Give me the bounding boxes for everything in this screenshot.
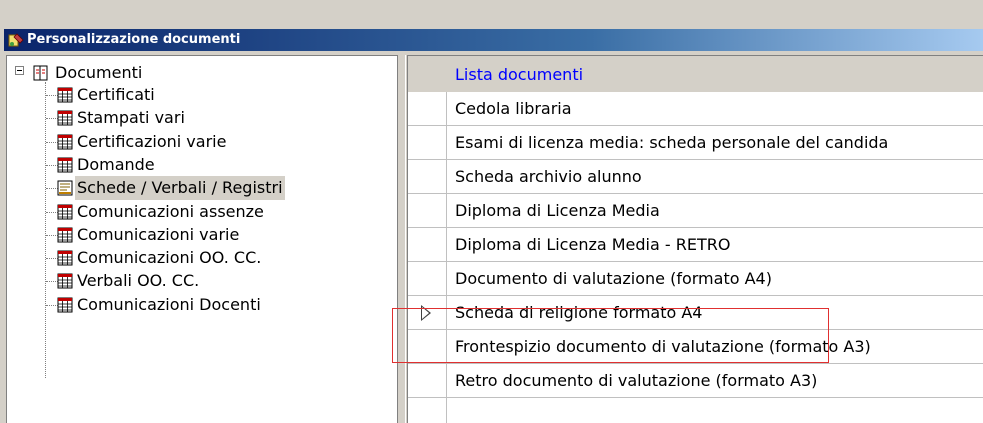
grid-doc-icon [57, 110, 73, 126]
indicator-separator [408, 125, 446, 126]
grid-cell-nome: Diploma di Licenza Media [455, 201, 660, 220]
grid-row[interactable]: Documento di valutazione (formato A4) [446, 262, 983, 296]
grid-row[interactable]: Retro documento di valutazione (formato … [446, 364, 983, 398]
grid-doc-icon [57, 204, 73, 219]
grid-header-label: Lista documenti [455, 65, 584, 84]
grid-row[interactable]: Diploma di Licenza Media - RETRO [446, 228, 983, 262]
document-tree[interactable]: Documenti Certificati Stampati vari Certif… [6, 55, 397, 423]
grid-doc-icon [57, 250, 73, 266]
grid-doc-icon [57, 157, 73, 173]
grid-row[interactable]: Esami di licenza media: scheda personale… [446, 126, 983, 160]
grid-row[interactable]: Cedola libraria [446, 92, 983, 126]
grid-doc-icon [57, 297, 73, 313]
grid-cell-nome: Documento di valutazione (formato A4) [455, 269, 772, 288]
indicator-separator [408, 193, 446, 194]
grid-cell-nome: Scheda archivio alunno [455, 167, 642, 186]
tree-item-label: Domande [77, 154, 155, 174]
indicator-separator [408, 363, 446, 364]
tree-guide-line [45, 82, 46, 378]
grid-doc-icon [57, 273, 73, 289]
tree-item-label: Comunicazioni Docenti [77, 294, 261, 314]
grid-cell-nome: Diploma di Licenza Media - RETRO [455, 235, 731, 254]
grid-header[interactable]: Lista documenti [408, 56, 983, 92]
grid-cell-nome: Frontespizio documento di valutazione (f… [455, 337, 871, 356]
title-bar: Personalizzazione documenti [4, 29, 983, 51]
tree-item-label: Stampati vari [77, 108, 185, 128]
top-frame [0, 0, 983, 27]
indicator-separator [408, 261, 446, 262]
grid-row[interactable]: Scheda di religione formato A4 [446, 296, 983, 330]
grid-row[interactable]: Scheda archivio alunno [446, 160, 983, 194]
collapse-toggle[interactable] [15, 66, 24, 75]
indicator-separator [408, 329, 446, 330]
indicator-separator [408, 397, 446, 398]
grid-doc-icon [57, 134, 73, 150]
tree-root-label: Documenti [55, 63, 143, 82]
indicator-separator [408, 227, 446, 228]
tree-item-label: Schede / Verbali / Registri [75, 176, 285, 201]
document-list-grid[interactable]: Lista documenti Cedola libraria Esami di … [407, 55, 983, 423]
current-row-indicator-icon [421, 305, 431, 321]
grid-cell-nome: Scheda di religione formato A4 [455, 303, 703, 322]
grid-row[interactable]: Frontespizio documento di valutazione (f… [446, 330, 983, 364]
book-icon [33, 65, 48, 81]
indicator-separator [408, 159, 446, 160]
tree-item-label: Comunicazioni OO. CC. [77, 248, 262, 268]
tree-item-label: Comunicazioni varie [77, 224, 240, 244]
window-title: Personalizzazione documenti [27, 32, 241, 47]
indicator-separator [408, 295, 446, 296]
report-doc-icon [57, 180, 73, 196]
grid-doc-icon [57, 227, 73, 243]
pane-splitter[interactable] [397, 55, 407, 423]
grid-row[interactable]: Diploma di Licenza Media [446, 194, 983, 228]
grid-cell-nome: Cedola libraria [455, 99, 572, 118]
tree-item-label: Certificazioni varie [77, 131, 227, 151]
grid-doc-icon [57, 87, 73, 103]
grid-cell-nome: Retro documento di valutazione (formato … [455, 371, 818, 390]
tree-item-label: Verbali OO. CC. [77, 271, 200, 291]
personalizzazione-window: Personalizzazione documenti Documenti Ce… [0, 0, 983, 423]
app-icon [8, 33, 24, 47]
grid-cell-nome: Esami di licenza media: scheda personale… [455, 133, 889, 152]
row-indicator-column [408, 56, 447, 423]
tree-item-label: Comunicazioni assenze [77, 201, 264, 221]
tree-item-label: Certificati [77, 85, 155, 104]
